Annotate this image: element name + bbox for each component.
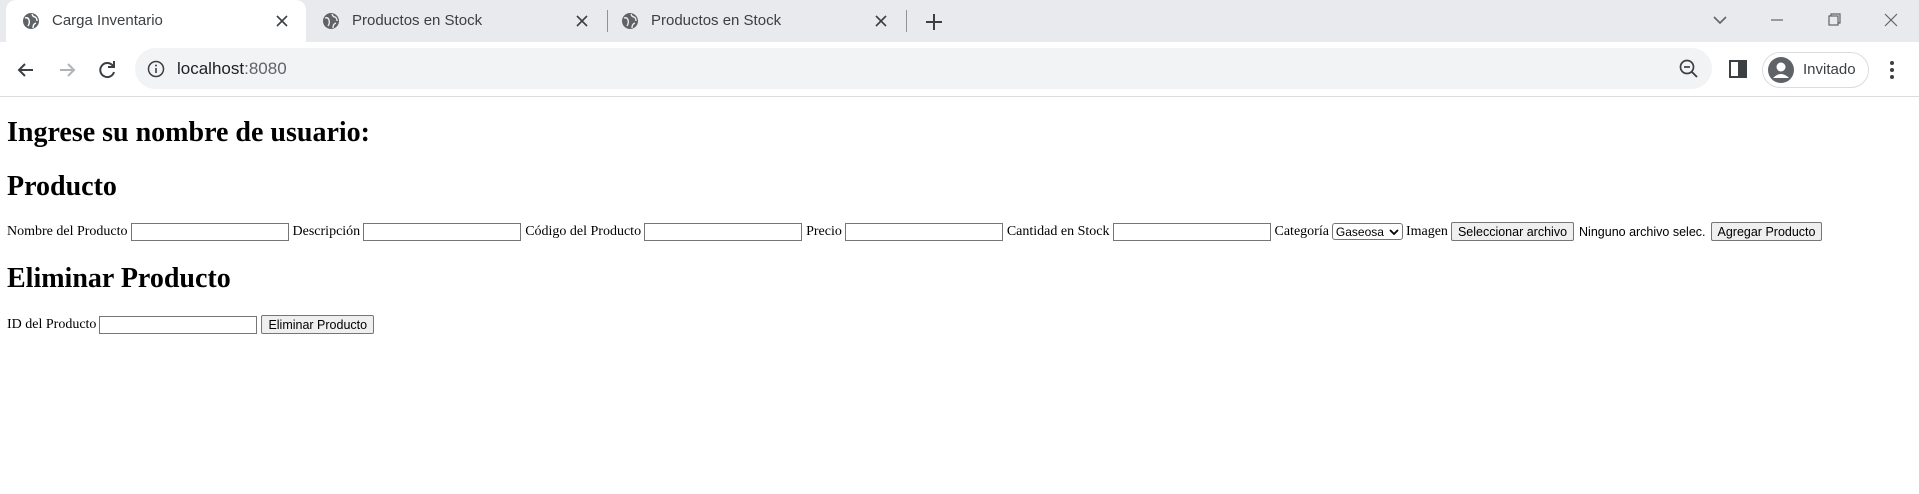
product-id-label: ID del Producto (7, 316, 97, 332)
address-bar[interactable]: localhost:8080 (135, 48, 1712, 89)
more-options-icon[interactable] (1880, 56, 1904, 84)
tab-carga-inventario[interactable]: Carga Inventario (6, 0, 306, 42)
file-status-text: Ninguno archivo selec. (1579, 224, 1706, 239)
close-window-icon[interactable] (1877, 8, 1905, 32)
close-tab-icon[interactable] (274, 13, 290, 29)
description-label: Descripción (292, 223, 361, 239)
site-info-icon[interactable] (147, 60, 165, 78)
url-text[interactable]: localhost:8080 (177, 59, 287, 79)
product-code-label: Código del Producto (525, 223, 642, 239)
restore-icon[interactable] (1820, 8, 1848, 32)
stock-quantity-input[interactable] (1112, 222, 1271, 241)
back-arrow-icon[interactable] (12, 56, 40, 84)
price-input[interactable] (844, 222, 1003, 241)
profile-button[interactable]: Invitado (1762, 52, 1869, 88)
forward-arrow-icon[interactable] (53, 56, 81, 84)
tab-search-chevron-icon[interactable] (1706, 8, 1734, 32)
tab-title: Carga Inventario (52, 12, 163, 29)
delete-product-heading: Eliminar Producto (7, 263, 231, 294)
add-product-button[interactable]: Agregar Producto (1710, 222, 1823, 241)
reload-icon[interactable] (93, 56, 121, 84)
product-name-label: Nombre del Producto (7, 223, 128, 239)
browser-toolbar: localhost:8080 Invitado (0, 42, 1919, 97)
url-host: localhost (177, 59, 245, 78)
description-input[interactable] (363, 222, 522, 241)
product-name-input[interactable] (130, 222, 289, 241)
tab-productos-en-stock-2[interactable]: Productos en Stock (605, 0, 905, 42)
category-label: Categoría (1274, 223, 1329, 239)
avatar-icon (1768, 57, 1794, 83)
delete-product-button[interactable]: Eliminar Producto (261, 315, 375, 334)
tab-divider (906, 10, 907, 32)
close-tab-icon[interactable] (574, 13, 590, 29)
profile-name: Invitado (1803, 61, 1856, 78)
delete-form: ID del Producto Eliminar Producto (7, 315, 375, 334)
product-id-input[interactable] (99, 315, 258, 334)
tab-title: Productos en Stock (352, 12, 483, 29)
minimize-icon[interactable] (1763, 8, 1791, 32)
side-panel-icon[interactable] (1727, 58, 1749, 80)
url-port: :8080 (244, 59, 287, 78)
product-code-input[interactable] (644, 222, 803, 241)
close-tab-icon[interactable] (873, 13, 889, 29)
tab-productos-en-stock-1[interactable]: Productos en Stock (306, 0, 606, 42)
choose-file-button[interactable]: Seleccionar archivo (1450, 222, 1575, 241)
product-heading: Producto (7, 171, 117, 202)
tab-title: Productos en Stock (651, 12, 782, 29)
stock-quantity-label: Cantidad en Stock (1006, 223, 1110, 239)
globe-icon (323, 13, 339, 29)
tab-strip: Carga Inventario Productos en Stock Prod… (0, 0, 1919, 42)
zoom-out-icon[interactable] (1678, 58, 1700, 80)
new-tab-icon[interactable] (922, 10, 946, 34)
category-selected-value: Gaseosa (1335, 224, 1384, 239)
price-label: Precio (806, 223, 842, 239)
username-heading: Ingrese su nombre de usuario: (7, 117, 371, 148)
product-form: Nombre del Producto Descripción Código d… (7, 222, 1823, 241)
image-label: Imagen (1405, 223, 1448, 239)
globe-icon (622, 13, 638, 29)
globe-icon (23, 13, 39, 29)
chevron-down-icon (1389, 228, 1399, 235)
category-select[interactable]: Gaseosa (1331, 223, 1403, 240)
